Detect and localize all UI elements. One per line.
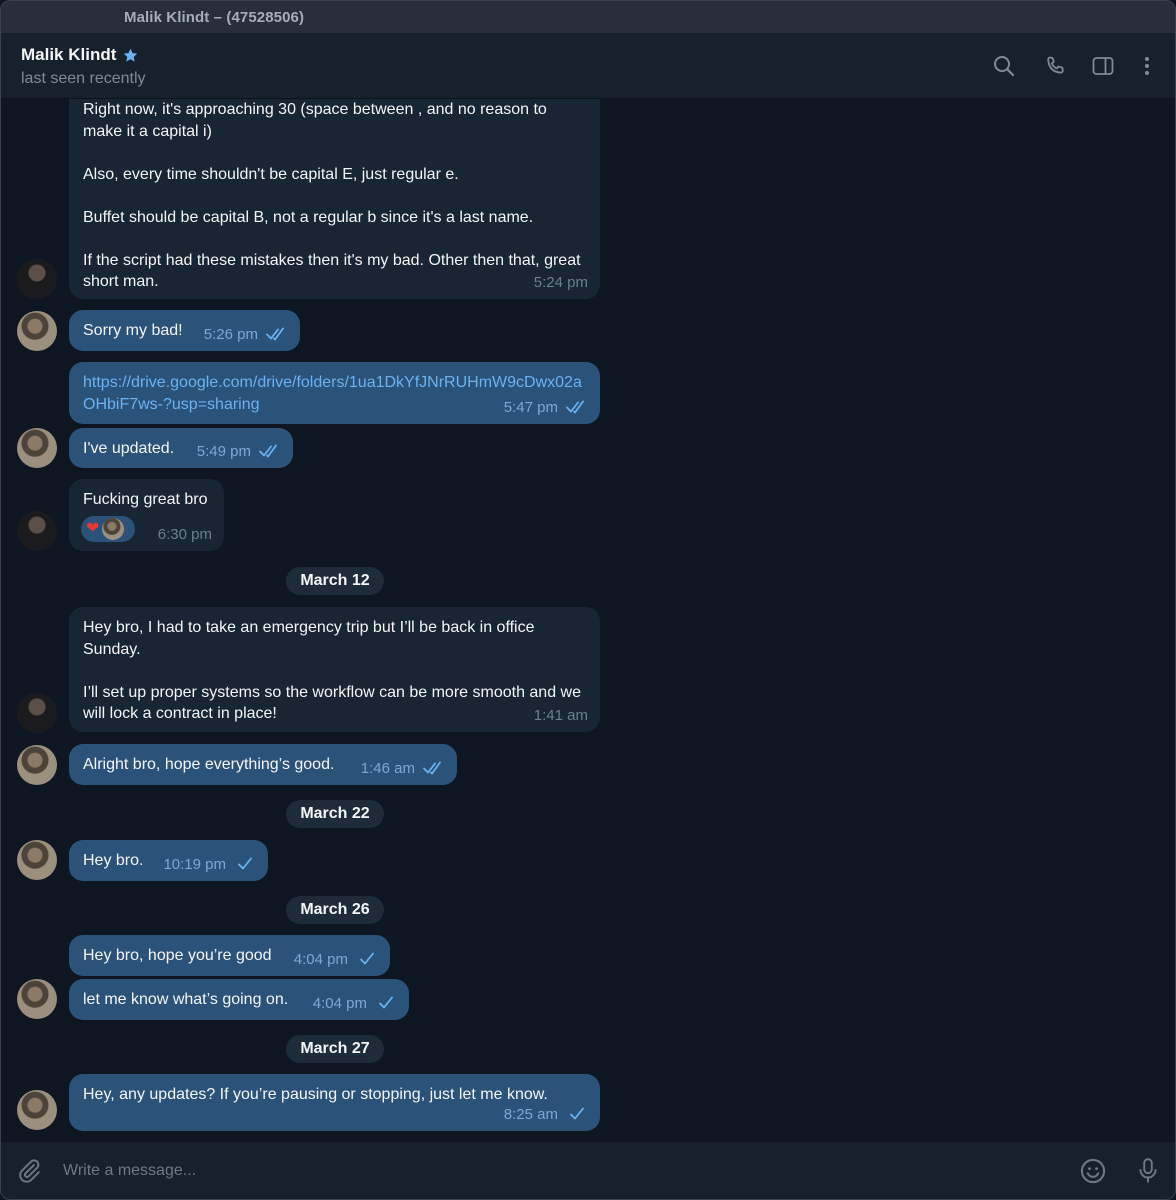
message-bubble[interactable]: Hey, any updates? If you’re pausing or s…: [69, 1074, 600, 1131]
avatar[interactable]: [17, 693, 57, 733]
date-separator: March 12: [286, 567, 384, 595]
message-time: 5:47 pm: [503, 398, 558, 416]
check-icon: [360, 952, 374, 965]
message-time: 1:46 am: [360, 759, 415, 777]
microphone-icon[interactable]: [1134, 1157, 1162, 1185]
message-meta: 6:30 pm: [158, 524, 212, 546]
avatar[interactable]: [17, 979, 57, 1019]
message-time: 5:49 pm: [196, 442, 251, 460]
contact-name-row[interactable]: Malik Klindt: [21, 45, 139, 65]
message-bubble[interactable]: Fucking great bro ❤ 6:30 pm: [69, 479, 224, 551]
avatar[interactable]: [17, 840, 57, 880]
message-bubble[interactable]: Hey bro, hope you’re good 4:04 pm: [69, 935, 390, 976]
avatar[interactable]: [17, 745, 57, 785]
message-composer: [1, 1141, 1175, 1199]
avatar[interactable]: [17, 311, 57, 351]
message-bubble[interactable]: I've updated. 5:49 pm: [69, 428, 293, 468]
chat-header: Malik Klindt last seen recently: [1, 33, 1175, 99]
chat-window: Malik Klindt – (47528506) Malik Klindt l…: [0, 0, 1176, 1200]
message-meta: 5:26 pm: [204, 324, 288, 346]
check-icon: [570, 1107, 584, 1120]
message-bubble[interactable]: let me know what’s going on. 4:04 pm: [69, 979, 409, 1020]
message-meta: 8:25 am: [504, 1104, 588, 1126]
attach-icon[interactable]: [15, 1157, 43, 1185]
message-bubble[interactable]: Hey bro. 10:19 pm: [69, 840, 268, 881]
message-time: 6:30 pm: [157, 525, 212, 543]
message-bubble[interactable]: Sorry my bad! 5:26 pm: [69, 310, 300, 351]
reactor-avatar: [102, 518, 125, 540]
star-icon: [124, 48, 138, 62]
more-icon[interactable]: [1134, 53, 1160, 79]
double-check-icon: [259, 444, 277, 458]
message-time: 5:26 pm: [203, 325, 258, 343]
message-bubble[interactable]: https://drive.google.com/drive/folders/1…: [69, 362, 600, 424]
avatar[interactable]: [17, 1090, 57, 1130]
window-title: Malik Klindt – (47528506): [124, 9, 305, 26]
avatar[interactable]: [17, 259, 57, 299]
phone-icon[interactable]: [1042, 53, 1068, 79]
message-meta: 4:04 pm: [313, 993, 397, 1015]
double-check-icon: [566, 400, 584, 414]
reaction-badge[interactable]: ❤: [81, 516, 135, 542]
message-meta: 1:46 am: [361, 758, 445, 780]
date-separator: March 27: [286, 1035, 384, 1063]
message-time: 1:41 am: [533, 706, 588, 724]
double-check-icon: [266, 327, 284, 341]
message-time: 4:04 pm: [312, 994, 367, 1012]
message-input[interactable]: [63, 1142, 1055, 1199]
check-icon: [379, 996, 393, 1009]
avatar[interactable]: [17, 428, 57, 468]
message-time: 8:25 am: [503, 1105, 558, 1123]
heart-icon: ❤: [86, 520, 100, 537]
message-meta: 5:49 pm: [197, 441, 281, 463]
message-bubble[interactable]: Right now, it's approaching 30 (space be…: [69, 99, 600, 299]
message-list[interactable]: Right now, it's approaching 30 (space be…: [1, 99, 1175, 1143]
message-time: 5:24 pm: [533, 273, 588, 291]
message-bubble[interactable]: Alright bro, hope everything’s good. 1:4…: [69, 744, 457, 785]
message-meta: 5:47 pm: [504, 397, 588, 419]
message-time: 10:19 pm: [163, 855, 226, 873]
message-text: Right now, it's approaching 30 (space be…: [83, 101, 581, 290]
message-bubble[interactable]: Hey bro, I had to take an emergency trip…: [69, 607, 600, 732]
message-text: Hey, any updates? If you’re pausing or s…: [83, 1086, 548, 1103]
title-bar: Malik Klindt – (47528506): [1, 1, 1175, 33]
message-meta: 1:41 am: [534, 705, 588, 727]
avatar[interactable]: [17, 511, 57, 551]
date-separator: March 22: [286, 800, 384, 828]
contact-name[interactable]: Malik Klindt: [21, 45, 116, 65]
contact-status: last seen recently: [21, 70, 146, 87]
message-time: 4:04 pm: [293, 950, 348, 968]
search-icon[interactable]: [991, 53, 1017, 79]
message-meta: 4:04 pm: [294, 949, 378, 971]
date-separator: March 26: [286, 896, 384, 924]
message-text: Fucking great bro: [83, 491, 208, 508]
message-meta: 5:24 pm: [534, 272, 588, 294]
sidebar-icon[interactable]: [1090, 53, 1116, 79]
check-icon: [238, 857, 252, 870]
emoji-icon[interactable]: [1079, 1157, 1107, 1185]
message-text: Hey bro, I had to take an emergency trip…: [83, 619, 581, 722]
double-check-icon: [423, 761, 441, 775]
message-meta: 10:19 pm: [163, 854, 256, 876]
